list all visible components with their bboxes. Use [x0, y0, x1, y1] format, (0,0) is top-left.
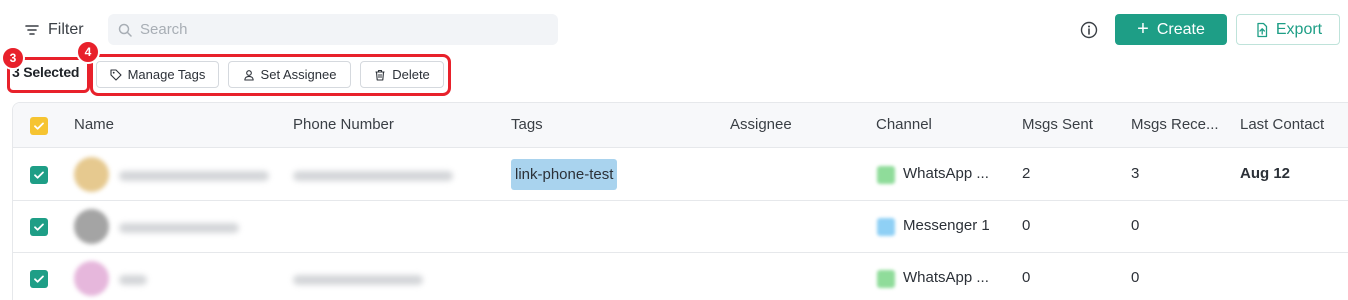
check-icon: [34, 275, 44, 283]
selected-count: 3 Selected: [12, 64, 80, 80]
tag-chip: link-phone-test: [511, 159, 618, 190]
channel-name: Messenger 1: [903, 217, 990, 234]
column-header-msgs-sent[interactable]: Msgs Sent: [1022, 116, 1093, 133]
contacts-table: Name Phone Number Tags Assignee Channel …: [12, 102, 1348, 300]
table-header: Name Phone Number Tags Assignee Channel …: [13, 103, 1348, 148]
filter-icon: [25, 25, 39, 35]
search-input[interactable]: [140, 21, 540, 38]
msgs-received: 0: [1131, 217, 1140, 234]
messenger-icon: [877, 218, 895, 236]
phone-number-redacted: [293, 275, 423, 285]
contact-name-redacted: [119, 275, 147, 285]
avatar: [74, 209, 109, 244]
column-header-msgs-received[interactable]: Msgs Rece...: [1131, 116, 1219, 133]
msgs-sent: 0: [1022, 217, 1031, 234]
create-label: Create: [1156, 20, 1205, 38]
export-file-icon: [1257, 22, 1268, 37]
column-header-last-contact[interactable]: Last Contact: [1240, 116, 1324, 133]
whatsapp-icon: [877, 166, 895, 184]
filter-label: Filter: [48, 21, 84, 38]
contact-name-redacted: [119, 223, 239, 233]
trash-icon: [375, 69, 385, 81]
column-header-tags[interactable]: Tags: [511, 116, 543, 133]
channel-name: WhatsApp ...: [903, 165, 989, 182]
tag-icon: [110, 68, 122, 81]
check-icon: [34, 223, 44, 231]
whatsapp-icon: [877, 270, 895, 288]
delete-label: Delete: [392, 67, 430, 82]
channel-name: WhatsApp ...: [903, 269, 989, 286]
msgs-sent: 0: [1022, 269, 1031, 286]
export-button[interactable]: Export: [1236, 14, 1340, 45]
step-badge-3: 3: [1, 46, 25, 70]
delete-button[interactable]: Delete: [360, 61, 444, 88]
check-icon: [34, 171, 44, 179]
select-all-checkbox[interactable]: [30, 117, 48, 135]
step-badge-4: 4: [76, 40, 100, 64]
column-header-name[interactable]: Name: [74, 116, 114, 133]
plus-icon: +: [1137, 17, 1149, 40]
user-icon: [243, 69, 254, 81]
create-button[interactable]: + Create: [1115, 14, 1227, 45]
phone-number-redacted: [293, 171, 453, 181]
column-header-phone[interactable]: Phone Number: [293, 116, 394, 133]
set-assignee-label: Set Assignee: [260, 67, 337, 82]
row-checkbox[interactable]: [30, 270, 48, 288]
column-header-channel[interactable]: Channel: [876, 116, 932, 133]
msgs-received: 3: [1131, 165, 1140, 182]
info-icon[interactable]: [1080, 21, 1098, 39]
filter-button[interactable]: Filter: [24, 16, 84, 44]
contact-name-redacted: [119, 171, 269, 181]
table-row[interactable]: link-phone-test WhatsApp ... 2 3 Aug 12: [13, 149, 1348, 201]
search-icon: [118, 23, 132, 37]
manage-tags-button[interactable]: Manage Tags: [96, 61, 219, 88]
table-row[interactable]: Messenger 1 0 0: [13, 201, 1348, 253]
set-assignee-button[interactable]: Set Assignee: [228, 61, 351, 88]
avatar: [74, 157, 109, 192]
manage-tags-label: Manage Tags: [127, 67, 206, 82]
avatar: [74, 261, 109, 296]
search-box[interactable]: [108, 14, 558, 45]
row-checkbox[interactable]: [30, 166, 48, 184]
export-label: Export: [1275, 20, 1323, 38]
msgs-sent: 2: [1022, 165, 1031, 182]
msgs-received: 0: [1131, 269, 1140, 286]
last-contact: Aug 12: [1240, 165, 1291, 182]
column-header-assignee[interactable]: Assignee: [730, 116, 792, 133]
table-row[interactable]: WhatsApp ... 0 0: [13, 253, 1348, 300]
check-icon: [34, 122, 44, 130]
row-checkbox[interactable]: [30, 218, 48, 236]
